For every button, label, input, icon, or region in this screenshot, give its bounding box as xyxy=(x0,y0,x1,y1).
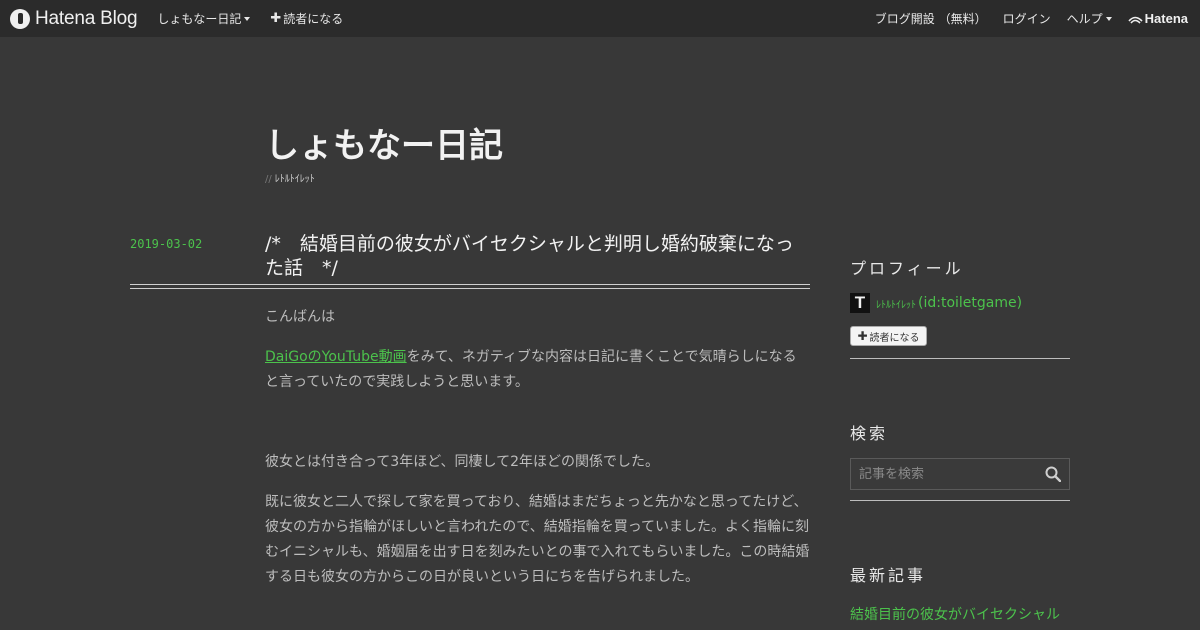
description-text: ﾚﾄﾙﾄｲﾚｯﾄ xyxy=(274,174,315,185)
profile-name-link[interactable]: ﾚﾄﾙﾄｲﾚｯﾄ xyxy=(876,296,916,311)
entry-paragraph: 既に彼女と二人で探して家を買っており、結婚はまだちょっと先かなと思ってたけど、彼… xyxy=(265,494,810,585)
search-divider xyxy=(850,500,1070,501)
search-heading: 検索 xyxy=(850,424,889,443)
entry-title-divider xyxy=(130,284,810,289)
description-slashes: // xyxy=(265,174,272,185)
global-header: Hatena Blog しょもなー日記 ✚ 読者になる ブログ開設 （無料） ロ… xyxy=(0,0,1200,37)
blog-description: //ﾚﾄﾙﾄｲﾚｯﾄ xyxy=(265,170,315,185)
hatena-blog-icon xyxy=(10,8,30,29)
global-header-right: ブログ開設 （無料） ログイン ヘルプ Hatena xyxy=(859,10,1188,27)
search-box xyxy=(850,458,1070,490)
hatena-blog-logo[interactable]: Hatena Blog xyxy=(10,7,138,30)
open-blog-label: ブログ開設 （無料） xyxy=(874,12,987,26)
search-icon[interactable] xyxy=(1045,466,1061,482)
profile-divider xyxy=(850,358,1070,359)
entry-paragraph: 彼女とは付き合って3年ほど、同棲して2年ほどの関係でした。 xyxy=(265,454,659,470)
chevron-down-icon xyxy=(1105,16,1112,21)
recent-entry-link[interactable]: 結婚目前の彼女がバイセクシャル xyxy=(850,604,1060,624)
login-link[interactable]: ログイン xyxy=(1003,10,1051,27)
subscribe-link-label: 読者になる xyxy=(283,12,344,26)
entry-body: こんばんは DaiGoのYouTube動画をみて、ネガティブな内容は日記に書くこ… xyxy=(265,305,810,605)
entry-date[interactable]: 2019-03-02 xyxy=(130,237,202,251)
recent-heading: 最新記事 xyxy=(850,566,927,585)
search-input[interactable] xyxy=(851,459,1045,489)
avatar[interactable]: T xyxy=(850,293,870,313)
chevron-down-icon xyxy=(244,16,251,21)
blog-menu[interactable]: しょもなー日記 xyxy=(157,10,251,27)
help-label: ヘルプ xyxy=(1066,12,1103,26)
login-label: ログイン xyxy=(1002,12,1051,26)
plus-icon: ✚ xyxy=(270,11,282,26)
plus-icon: ✚ xyxy=(857,329,868,343)
blog-menu-label: しょもなー日記 xyxy=(157,12,242,26)
open-blog-link[interactable]: ブログ開設 （無料） xyxy=(875,10,987,27)
blog-title[interactable]: しょもなー日記 xyxy=(265,118,503,167)
profile-row: T ﾚﾄﾙﾄｲﾚｯﾄ (id:toiletgame) xyxy=(850,293,1022,313)
profile-heading: プロフィール xyxy=(850,259,964,278)
brand-text: Hatena Blog xyxy=(35,7,138,29)
hatena-mark-icon xyxy=(1128,16,1143,24)
profile-id-link[interactable]: (id:toiletgame) xyxy=(918,295,1022,311)
subscribe-link[interactable]: ✚ 読者になる xyxy=(270,10,343,27)
help-menu[interactable]: ヘルプ xyxy=(1067,10,1112,27)
entry-paragraph: DaiGoのYouTube動画をみて、ネガティブな内容は日記に書くことで気晴らし… xyxy=(265,345,810,395)
hatena-logo[interactable]: Hatena xyxy=(1128,11,1188,26)
entry-title[interactable]: /* 結婚目前の彼女がバイセクシャルと判明し婚約破棄になった話 */ xyxy=(265,232,810,280)
subscribe-button-label: 読者になる xyxy=(869,332,920,344)
hatena-logo-text: Hatena xyxy=(1144,11,1188,26)
youtube-video-link[interactable]: DaiGoのYouTube動画 xyxy=(265,349,407,365)
subscribe-button[interactable]: ✚ 読者になる xyxy=(850,326,927,346)
entry-paragraph: こんばんは xyxy=(265,309,335,325)
